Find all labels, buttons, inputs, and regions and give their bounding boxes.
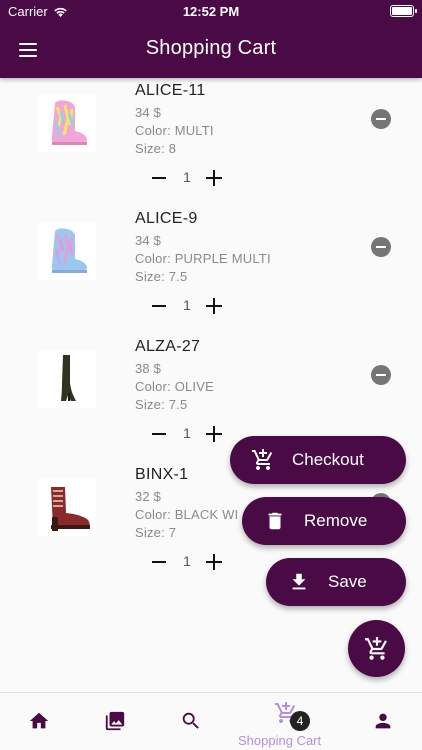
product-size: Size: 8 <box>135 141 177 156</box>
increase-quantity-button[interactable] <box>206 170 222 186</box>
home-icon <box>29 712 49 729</box>
cart-actions-fab[interactable] <box>348 620 405 677</box>
product-color: Color: PURPLE MULTI <box>135 251 271 266</box>
increase-quantity-button[interactable] <box>206 426 222 442</box>
quantity-value: 1 <box>183 169 191 185</box>
product-name: ALZA-27 <box>135 338 201 355</box>
quantity-stepper: 1 <box>150 424 226 444</box>
battery-icon <box>390 5 417 17</box>
product-image <box>38 94 96 152</box>
product-image <box>38 222 96 280</box>
remove-item-icon[interactable] <box>371 109 391 129</box>
increase-quantity-button[interactable] <box>206 298 222 314</box>
remove-item-icon[interactable] <box>371 365 391 385</box>
cart-count-badge: 4 <box>290 711 310 731</box>
product-price: 38 $ <box>135 361 162 376</box>
remove-item-icon[interactable] <box>371 237 391 257</box>
download-icon <box>286 569 312 595</box>
remove-label: Remove <box>304 511 368 530</box>
profile-icon <box>375 713 391 729</box>
nav-shopping-cart[interactable]: 4 Shopping Cart <box>238 699 338 748</box>
product-price: 34 $ <box>135 233 162 248</box>
clock: 12:52 PM <box>182 4 240 19</box>
decrease-quantity-button[interactable] <box>152 305 166 307</box>
product-name: ALICE-9 <box>135 210 198 227</box>
cart-item: ALICE-11 34 $ Color: MULTI Size: 8 1 <box>0 82 422 210</box>
product-size: Size: 7.5 <box>135 269 188 284</box>
product-price: 34 $ <box>135 105 162 120</box>
decrease-quantity-button[interactable] <box>152 177 166 179</box>
decrease-quantity-button[interactable] <box>152 561 166 563</box>
nav-gallery[interactable] <box>103 709 127 733</box>
product-color: Color: MULTI <box>135 123 214 138</box>
nav-search[interactable] <box>179 709 203 733</box>
nav-home[interactable] <box>27 709 51 733</box>
remove-button[interactable]: Remove <box>242 497 406 545</box>
quantity-stepper: 1 <box>150 168 226 188</box>
cart-item: ALICE-9 34 $ Color: PURPLE MULTI Size: 7… <box>0 210 422 338</box>
product-image <box>38 478 96 536</box>
quantity-value: 1 <box>183 297 191 313</box>
product-image <box>38 350 96 408</box>
quantity-value: 1 <box>183 553 191 569</box>
checkout-button[interactable]: Checkout <box>230 436 406 484</box>
quantity-stepper: 1 <box>150 296 226 316</box>
nav-profile[interactable] <box>371 709 395 733</box>
decrease-quantity-button[interactable] <box>152 433 166 435</box>
product-color: Color: BLACK WI <box>135 507 239 522</box>
product-price: 32 $ <box>135 489 162 504</box>
quantity-stepper: 1 <box>150 552 226 572</box>
product-name: ALICE-11 <box>135 82 206 99</box>
trash-icon <box>262 508 288 534</box>
status-bar: Carrier 12:52 PM <box>0 0 422 22</box>
save-button[interactable]: Save <box>266 558 406 606</box>
add-shopping-cart-icon <box>364 636 387 660</box>
nav-cart-label: Shopping Cart <box>238 733 322 748</box>
page-title: Shopping Cart <box>145 37 277 59</box>
quantity-value: 1 <box>183 425 191 441</box>
save-label: Save <box>328 572 367 591</box>
cart-checkout-icon <box>250 447 276 473</box>
bottom-navigation: 4 Shopping Cart <box>0 692 422 750</box>
checkout-label: Checkout <box>292 450 364 469</box>
increase-quantity-button[interactable] <box>206 554 222 570</box>
product-size: Size: 7 <box>135 525 177 540</box>
gallery-icon <box>105 711 125 731</box>
product-size: Size: 7.5 <box>135 397 188 412</box>
search-icon <box>182 712 199 729</box>
product-name: BINX-1 <box>135 466 189 483</box>
product-color: Color: OLIVE <box>135 379 214 394</box>
app-bar: Shopping Cart <box>0 22 422 78</box>
